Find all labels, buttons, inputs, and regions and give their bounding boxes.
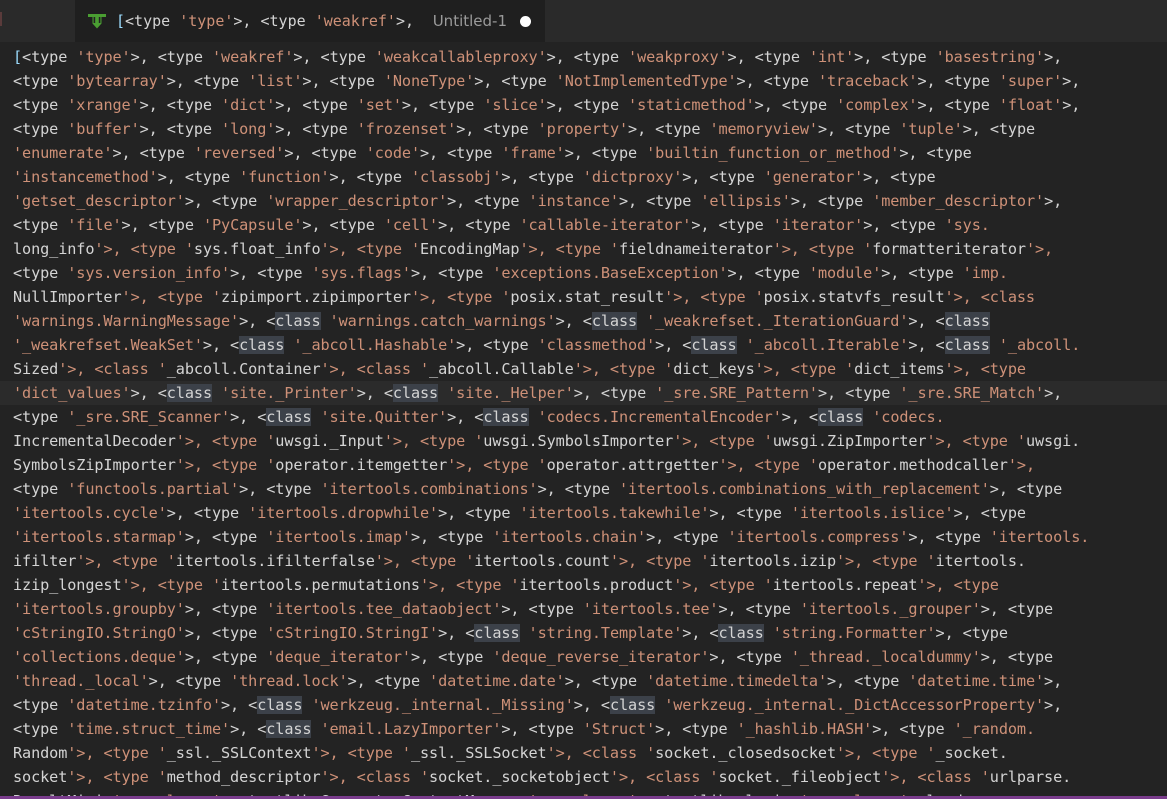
code-line[interactable]: long_info'>, <type 'sys.float_info'>, <t… <box>0 237 1167 261</box>
code-line[interactable]: <type 'time.struct_time'>, <class 'email… <box>0 717 1167 741</box>
code-line[interactable]: [<type 'type'>, <type 'weakref'>, <type … <box>0 45 1167 69</box>
vim-icon <box>87 12 107 30</box>
tab-untitled-1[interactable]: [<type 'type'>, <type 'weakref'>, <type … <box>75 0 545 42</box>
code-line[interactable]: Random'>, <type '_ssl._SSLContext'>, <ty… <box>0 741 1167 765</box>
tab-modified-indicator[interactable] <box>520 15 531 27</box>
code-line[interactable]: 'enumerate'>, <type 'reversed'>, <type '… <box>0 141 1167 165</box>
code-line[interactable]: <type 'sys.version_info'>, <type 'sys.fl… <box>0 261 1167 285</box>
code-line[interactable]: 'itertools.cycle'>, <type 'itertools.dro… <box>0 501 1167 525</box>
code-line[interactable]: ResultMixin'>, <class 'contextlib.Genera… <box>0 789 1167 796</box>
code-line[interactable]: SymbolsZipImporter'>, <type 'operator.it… <box>0 453 1167 477</box>
code-line[interactable]: <type 'file'>, <type 'PyCapsule'>, <type… <box>0 213 1167 237</box>
code-line[interactable]: 'thread._local'>, <type 'thread.lock'>, … <box>0 669 1167 693</box>
tab-bar: [<type 'type'>, <type 'weakref'>, <type … <box>0 0 1167 42</box>
code-line[interactable]: 'getset_descriptor'>, <type 'wrapper_des… <box>0 189 1167 213</box>
code-line[interactable]: <type 'xrange'>, <type 'dict'>, <type 's… <box>0 93 1167 117</box>
code-line[interactable]: Sized'>, <class '_abcoll.Container'>, <c… <box>0 357 1167 381</box>
code-line[interactable]: 'instancemethod'>, <type 'function'>, <t… <box>0 165 1167 189</box>
tab-bar-left-stub <box>0 0 75 42</box>
code-line[interactable]: 'cStringIO.StringO'>, <type 'cStringIO.S… <box>0 621 1167 645</box>
code-line[interactable]: 'collections.deque'>, <type 'deque_itera… <box>0 645 1167 669</box>
code-line[interactable]: izip_longest'>, <type 'itertools.permuta… <box>0 573 1167 597</box>
code-line[interactable]: 'dict_values'>, <class 'site._Printer'>,… <box>0 381 1167 405</box>
code-line[interactable]: <type 'buffer'>, <type 'long'>, <type 'f… <box>0 117 1167 141</box>
code-line[interactable]: 'warnings.WarningMessage'>, <class 'warn… <box>0 309 1167 333</box>
code-line[interactable]: IncrementalDecoder'>, <type 'uwsgi._Inpu… <box>0 429 1167 453</box>
code-line[interactable]: 'itertools.groupby'>, <type 'itertools.t… <box>0 597 1167 621</box>
code-line[interactable]: <type 'functools.partial'>, <type 'itert… <box>0 477 1167 501</box>
code-line[interactable]: <type 'datetime.tzinfo'>, <class 'werkze… <box>0 693 1167 717</box>
code-line[interactable]: 'itertools.starmap'>, <type 'itertools.i… <box>0 525 1167 549</box>
code-line[interactable]: '_weakrefset.WeakSet'>, <class '_abcoll.… <box>0 333 1167 357</box>
tab-title: [<type 'type'>, <type 'weakref'>, <type <box>116 12 414 30</box>
code-line[interactable]: NullImporter'>, <type 'zipimport.zipimpo… <box>0 285 1167 309</box>
code-line[interactable]: <type 'bytearray'>, <type 'list'>, <type… <box>0 69 1167 93</box>
code-line[interactable]: <type '_sre.SRE_Scanner'>, <class 'site.… <box>0 405 1167 429</box>
tab-file-name: Untitled-1 <box>432 12 507 30</box>
code-line[interactable]: ifilter'>, <type 'itertools.ifilterfalse… <box>0 549 1167 573</box>
code-line[interactable]: socket'>, <type 'method_descriptor'>, <c… <box>0 765 1167 789</box>
tab-bar-empty-area[interactable] <box>545 0 1167 42</box>
editor-text-area[interactable]: [<type 'type'>, <type 'weakref'>, <type … <box>0 42 1167 799</box>
